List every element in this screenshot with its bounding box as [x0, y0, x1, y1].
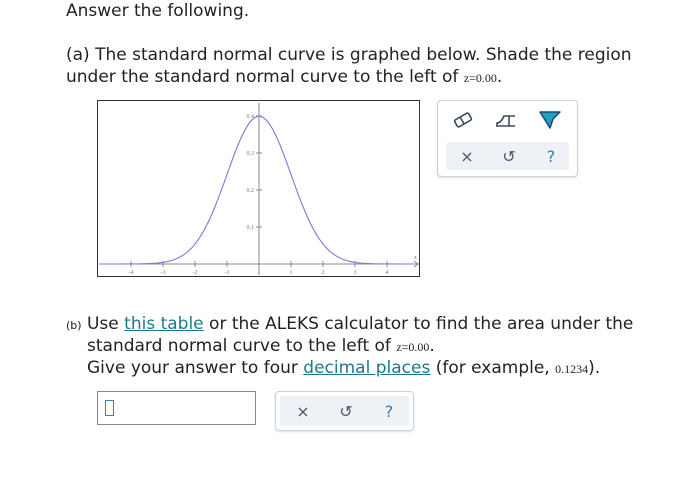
x-tick-label: 1: [290, 270, 293, 276]
part-a-line2-suffix: .: [496, 67, 503, 87]
part-b-z-value: z=0.00: [396, 340, 430, 354]
part-b-line2: standard normal curve to the left of z=0…: [87, 335, 435, 358]
part-a-z-value: z=0.00: [463, 71, 497, 85]
y-tick-label: 0.2: [247, 188, 255, 194]
x-tick-label: -4: [129, 270, 134, 276]
graph-help-button[interactable]: ?: [540, 145, 562, 167]
x-tick-label: 4: [386, 270, 389, 276]
answer-toolbox: × ↺ ?: [275, 391, 414, 431]
x-axis-label: z: [414, 255, 417, 261]
x-tick-label: -2: [193, 270, 198, 276]
part-b-line3-suffix: ).: [588, 358, 601, 378]
y-tick-label: 0.1: [247, 225, 255, 231]
instruction-title: Answer the following.: [66, 1, 250, 21]
part-a-line2: under the standard normal curve to the l…: [66, 66, 502, 89]
y-tick-label: 0.3: [247, 151, 255, 157]
graph-undo-button[interactable]: ↺: [498, 145, 520, 167]
answer-action-row: × ↺ ?: [280, 396, 409, 426]
graph-toolbox: × ↺ ?: [437, 100, 578, 177]
x-tick-label: 3: [354, 270, 357, 276]
part-b-line2-prefix: standard normal curve to the left of: [87, 336, 391, 356]
part-b-line2-suffix: .: [429, 336, 435, 356]
x-tick-label: -1: [225, 270, 230, 276]
fill-tool-button[interactable]: [536, 108, 564, 132]
example-value: 0.1234: [555, 362, 589, 376]
normal-curve-graph[interactable]: z 0.4 0.3 0.2 0.1 -4 -3 -2 -1 1 2 3 4: [97, 100, 420, 277]
x-tick-label: -3: [161, 270, 166, 276]
part-a-line2-prefix: under the standard normal curve to the l…: [66, 67, 459, 87]
part-b-label: (b): [66, 319, 82, 332]
left-region-icon: [496, 115, 515, 127]
graph-clear-button[interactable]: ×: [456, 145, 478, 167]
flag-icon: [539, 111, 561, 129]
decimal-places-link[interactable]: decimal places: [303, 358, 430, 378]
part-b-line1-rest: or the ALEKS calculator to find the area…: [209, 314, 634, 334]
part-b-line3: Give your answer to four decimal places …: [87, 357, 600, 380]
left-region-tool-button[interactable]: [493, 109, 519, 131]
normal-curve-plot[interactable]: z0.40.30.20.1-4 -3 -2 -1 1 2 3 4: [98, 101, 419, 276]
part-b-line1: (b) Use this table or the ALEKS calculat…: [66, 313, 633, 337]
part-b-line3-prefix: Give your answer to four: [87, 358, 298, 378]
part-b-line3-mid: (for example,: [435, 358, 550, 378]
answer-clear-button[interactable]: ×: [292, 400, 314, 422]
x-tick-label: 2: [322, 270, 325, 276]
part-b-use: Use: [86, 314, 119, 334]
text-cursor: [105, 400, 114, 416]
graph-action-row: × ↺ ?: [446, 142, 569, 170]
eraser-tool-button[interactable]: [450, 109, 476, 131]
answer-input[interactable]: [97, 391, 256, 425]
eraser-icon: [453, 112, 473, 128]
this-table-link[interactable]: this table: [124, 314, 203, 334]
answer-help-button[interactable]: ?: [378, 400, 400, 422]
part-a-line1: (a) The standard normal curve is graphed…: [66, 45, 632, 65]
answer-undo-button[interactable]: ↺: [335, 400, 357, 422]
